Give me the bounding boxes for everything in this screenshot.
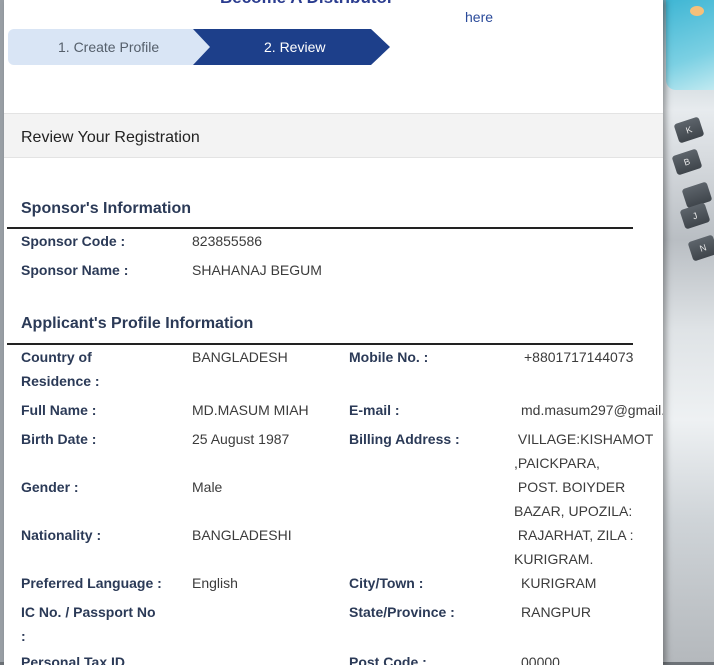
- page-title-cut-off: Become A Distributor: [220, 0, 394, 8]
- city-value: KURIGRAM: [521, 575, 597, 591]
- keyboard-key-k: K: [673, 116, 705, 144]
- review-title: Review Your Registration: [21, 129, 200, 146]
- sponsor-code-value: 823855586: [192, 233, 263, 249]
- city-label: City/Town :: [349, 575, 424, 591]
- state-value: RANGPUR: [521, 604, 592, 620]
- billing-address-line3: POST. BOIYDER: [514, 479, 626, 495]
- keyboard-key-n: N: [687, 234, 714, 262]
- mobile-label: Mobile No. :: [349, 349, 429, 365]
- language-value: English: [192, 575, 238, 591]
- step-create-profile[interactable]: 1. Create Profile: [8, 29, 216, 65]
- email-value: md.masum297@gmail.com: [521, 402, 663, 418]
- language-label: Preferred Language :: [21, 575, 162, 591]
- review-header: Review Your Registration: [4, 113, 663, 158]
- sponsor-name-value: SHAHANAJ BEGUM: [192, 262, 322, 278]
- applicant-section-title: Applicant's Profile Information: [21, 315, 254, 332]
- keyboard-key-j: J: [679, 202, 711, 230]
- gender-value: Male: [192, 479, 223, 495]
- country-label-line1: Country of: [21, 349, 92, 365]
- billing-address-line1: VILLAGE:KISHAMOT: [514, 431, 654, 447]
- keyboard-key-b: B: [671, 148, 703, 176]
- tax-id-label-cut: Personal Tax ID: [21, 654, 126, 665]
- billing-address-line2: ,PAICKPARA,: [514, 455, 600, 471]
- fullname-value: MD.MASUM MIAH: [192, 402, 309, 418]
- here-link[interactable]: here: [465, 9, 493, 25]
- sponsor-section-title: Sponsor's Information: [21, 200, 192, 217]
- birthdate-value: 25 August 1987: [192, 431, 290, 447]
- billing-address-line4: BAZAR, UPOZILA:: [514, 503, 633, 519]
- country-label-line2: Residence :: [21, 373, 100, 389]
- postcode-label-cut: Post Code :: [349, 654, 427, 665]
- state-label: State/Province :: [349, 604, 455, 620]
- step-review[interactable]: 2. Review: [193, 29, 390, 65]
- billing-address-label: Billing Address :: [349, 431, 460, 447]
- nationality-label: Nationality :: [21, 527, 102, 543]
- billing-address-line6: KURIGRAM.: [514, 551, 594, 567]
- background-laptop-photo: K B J N: [660, 0, 714, 665]
- light-bulb-image: [690, 6, 704, 16]
- sponsor-name-label: Sponsor Name :: [21, 262, 129, 278]
- registration-card: Become A Distributor here 1. Create Prof…: [4, 0, 663, 665]
- nationality-value: BANGLADESHI: [192, 527, 292, 543]
- gender-label: Gender :: [21, 479, 79, 495]
- mobile-value: +8801717144073: [524, 349, 634, 365]
- sponsor-code-label: Sponsor Code :: [21, 233, 126, 249]
- passport-label-line2: :: [21, 628, 26, 644]
- birthdate-label: Birth Date :: [21, 431, 97, 447]
- postcode-value-cut: 00000: [521, 654, 560, 665]
- billing-address-line5: RAJARHAT, ZILA :: [514, 527, 634, 543]
- passport-label-line1: IC No. / Passport No: [21, 604, 156, 620]
- email-label: E-mail :: [349, 402, 400, 418]
- fullname-label: Full Name :: [21, 402, 97, 418]
- country-value: BANGLADESH: [192, 349, 288, 365]
